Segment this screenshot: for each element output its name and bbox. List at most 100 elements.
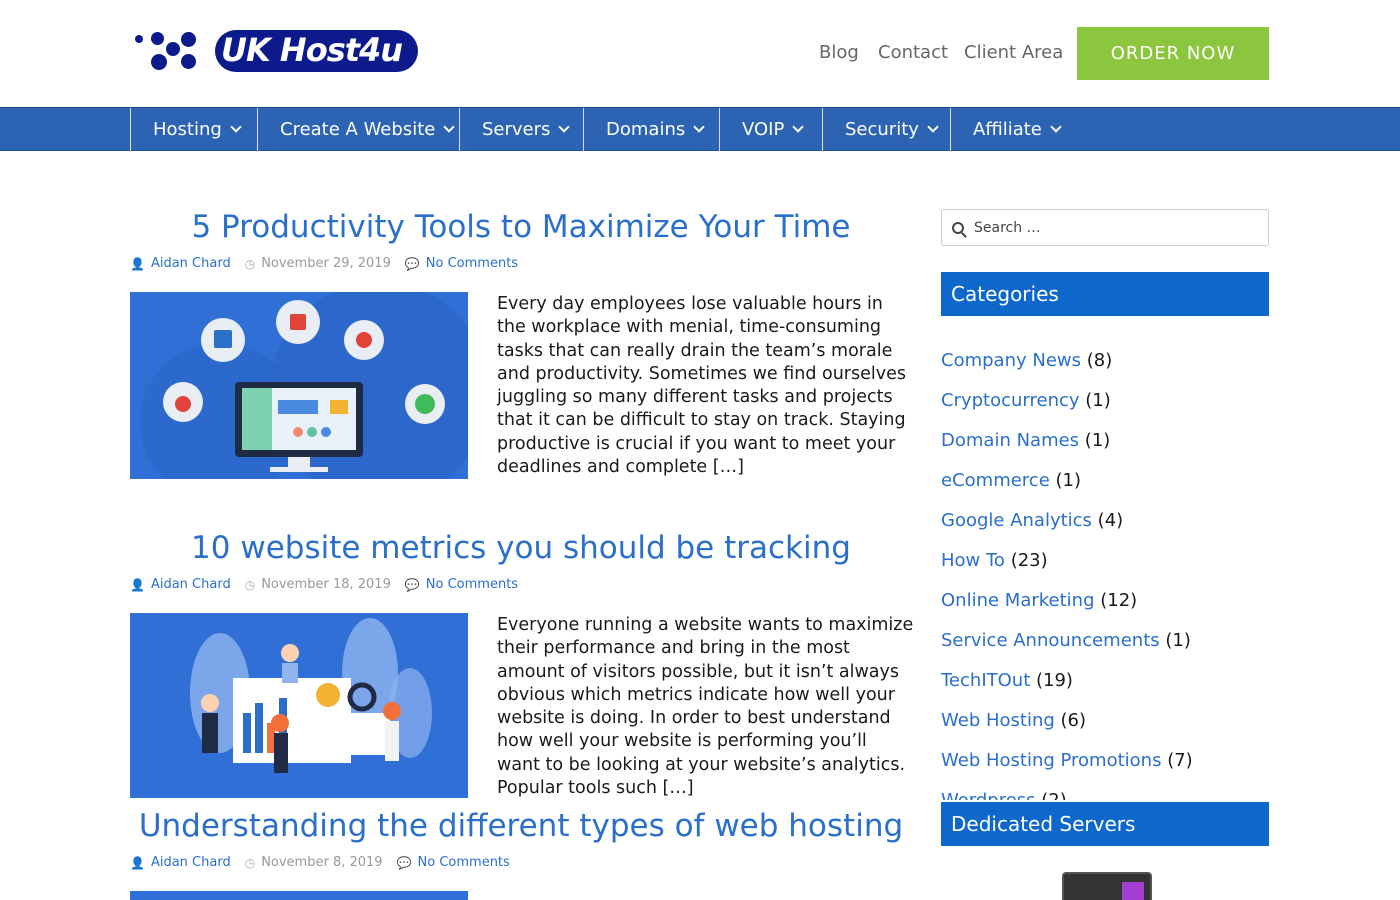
category-count: (23) (1010, 550, 1048, 571)
category-list: Company News (8) Cryptocurrency (1) Doma… (941, 348, 1269, 800)
category-link[interactable]: Web Hosting (941, 710, 1055, 731)
contact-link[interactable]: Contact (878, 42, 948, 63)
nav-label: Hosting (153, 119, 222, 140)
category-count: (6) (1060, 710, 1087, 731)
user-icon: 👤 (130, 577, 145, 592)
nav-item-servers[interactable]: Servers (459, 108, 584, 151)
post-title[interactable]: 10 website metrics you should be trackin… (130, 530, 912, 566)
post-comments-link[interactable]: No Comments (418, 855, 510, 870)
chevron-down-icon (1050, 121, 1062, 133)
post-meta: 👤 Aidan Chard ◷ November 29, 2019 💬 No C… (130, 256, 518, 271)
chevron-down-icon (443, 121, 455, 133)
category-link[interactable]: TechITOut (941, 670, 1030, 691)
post-thumbnail[interactable] (130, 292, 468, 479)
category-count: (4) (1097, 510, 1124, 531)
comments-icon: 💬 (404, 256, 420, 271)
category-item: TechITOut (19) (941, 668, 1269, 708)
post-comments-link[interactable]: No Comments (426, 577, 518, 592)
post-date: November 18, 2019 (261, 577, 391, 592)
category-link[interactable]: Service Announcements (941, 630, 1160, 651)
category-count: (1) (1085, 390, 1111, 411)
category-count: (1) (1084, 430, 1111, 451)
nav-item-affiliate[interactable]: Affiliate (950, 108, 1080, 151)
nav-label: Domains (606, 119, 686, 140)
category-item: Domain Names (1) (941, 428, 1269, 468)
category-link[interactable]: Web Hosting Promotions (941, 750, 1161, 771)
main-nav: Hosting Create A Website Servers Domains… (0, 107, 1400, 151)
logo-text: UK Host4u (221, 31, 403, 69)
category-count: (7) (1167, 750, 1193, 771)
nav-item-create-website[interactable]: Create A Website (257, 108, 460, 151)
post-author-link[interactable]: Aidan Chard (151, 855, 231, 870)
category-count: (19) (1036, 670, 1073, 691)
category-link[interactable]: Cryptocurrency (941, 390, 1080, 411)
category-link[interactable]: Wordpress (941, 790, 1036, 800)
category-link[interactable]: eCommerce (941, 470, 1050, 491)
nav-label: Create A Website (280, 119, 436, 140)
categories-widget-title: Categories (941, 272, 1269, 316)
clock-icon: ◷ (244, 855, 256, 870)
category-count: (2) (1041, 790, 1067, 800)
order-now-button[interactable]: ORDER NOW (1077, 27, 1269, 80)
blog-link[interactable]: Blog (819, 42, 859, 63)
post-meta: 👤 Aidan Chard ◷ November 18, 2019 💬 No C… (130, 577, 518, 592)
clock-icon: ◷ (244, 256, 256, 271)
category-item: Online Marketing (12) (941, 588, 1269, 628)
category-link[interactable]: Company News (941, 350, 1081, 371)
category-item: Service Announcements (1) (941, 628, 1269, 668)
server-screen (1122, 882, 1144, 900)
user-icon: 👤 (130, 256, 145, 271)
server-icon[interactable] (1062, 872, 1152, 900)
post-date: November 29, 2019 (261, 256, 391, 271)
post-excerpt: Everyone running a website wants to maxi… (497, 615, 914, 799)
search-box[interactable] (941, 209, 1269, 246)
nav-item-voip[interactable]: VOIP (719, 108, 823, 151)
category-count: (12) (1100, 590, 1138, 611)
nav-label: Security (845, 119, 919, 140)
category-link[interactable]: Google Analytics (941, 510, 1092, 531)
category-count: (8) (1086, 350, 1113, 371)
comments-icon: 💬 (396, 855, 412, 870)
nav-item-hosting[interactable]: Hosting (130, 108, 258, 151)
category-item: Google Analytics (4) (941, 508, 1269, 548)
search-input[interactable] (974, 219, 1254, 236)
post-comments-link[interactable]: No Comments (426, 256, 518, 271)
post-excerpt: Every day employees lose valuable hours … (497, 294, 906, 478)
site-logo[interactable]: UK Host4u (133, 30, 418, 72)
clock-icon: ◷ (244, 577, 256, 592)
post-meta: 👤 Aidan Chard ◷ November 8, 2019 💬 No Co… (130, 855, 510, 870)
post-thumbnail[interactable] (130, 891, 468, 900)
nav-item-domains[interactable]: Domains (583, 108, 720, 151)
post-date: November 8, 2019 (261, 855, 383, 870)
search-icon (952, 221, 964, 234)
category-item: Wordpress (2) (941, 788, 1269, 800)
productivity-illustration (140, 292, 468, 479)
category-link[interactable]: Domain Names (941, 430, 1079, 451)
logo-dots-icon (133, 30, 203, 72)
category-count: (1) (1055, 470, 1082, 491)
category-item: Web Hosting Promotions (7) (941, 748, 1269, 788)
category-link[interactable]: How To (941, 550, 1005, 571)
user-icon: 👤 (130, 855, 145, 870)
client-area-link[interactable]: Client Area (964, 42, 1063, 63)
category-item: eCommerce (1) (941, 468, 1269, 508)
site-header: UK Host4u Blog Contact Client Area ORDER… (0, 0, 1400, 107)
chevron-down-icon (927, 121, 939, 133)
category-item: Web Hosting (6) (941, 708, 1269, 748)
post-title[interactable]: 5 Productivity Tools to Maximize Your Ti… (130, 209, 912, 245)
dedicated-servers-widget-title: Dedicated Servers (941, 802, 1269, 846)
category-item: Company News (8) (941, 348, 1269, 388)
category-count: (1) (1165, 630, 1191, 651)
chevron-down-icon (693, 121, 705, 133)
comments-icon: 💬 (404, 577, 420, 592)
post-title[interactable]: Understanding the different types of web… (130, 808, 912, 844)
chevron-down-icon (230, 121, 242, 133)
post-thumbnail[interactable] (130, 613, 468, 798)
nav-label: Affiliate (973, 119, 1042, 140)
post-author-link[interactable]: Aidan Chard (151, 577, 231, 592)
category-item: How To (23) (941, 548, 1269, 588)
post-author-link[interactable]: Aidan Chard (151, 256, 231, 271)
category-link[interactable]: Online Marketing (941, 590, 1095, 611)
nav-item-security[interactable]: Security (822, 108, 951, 151)
chevron-down-icon (792, 121, 804, 133)
